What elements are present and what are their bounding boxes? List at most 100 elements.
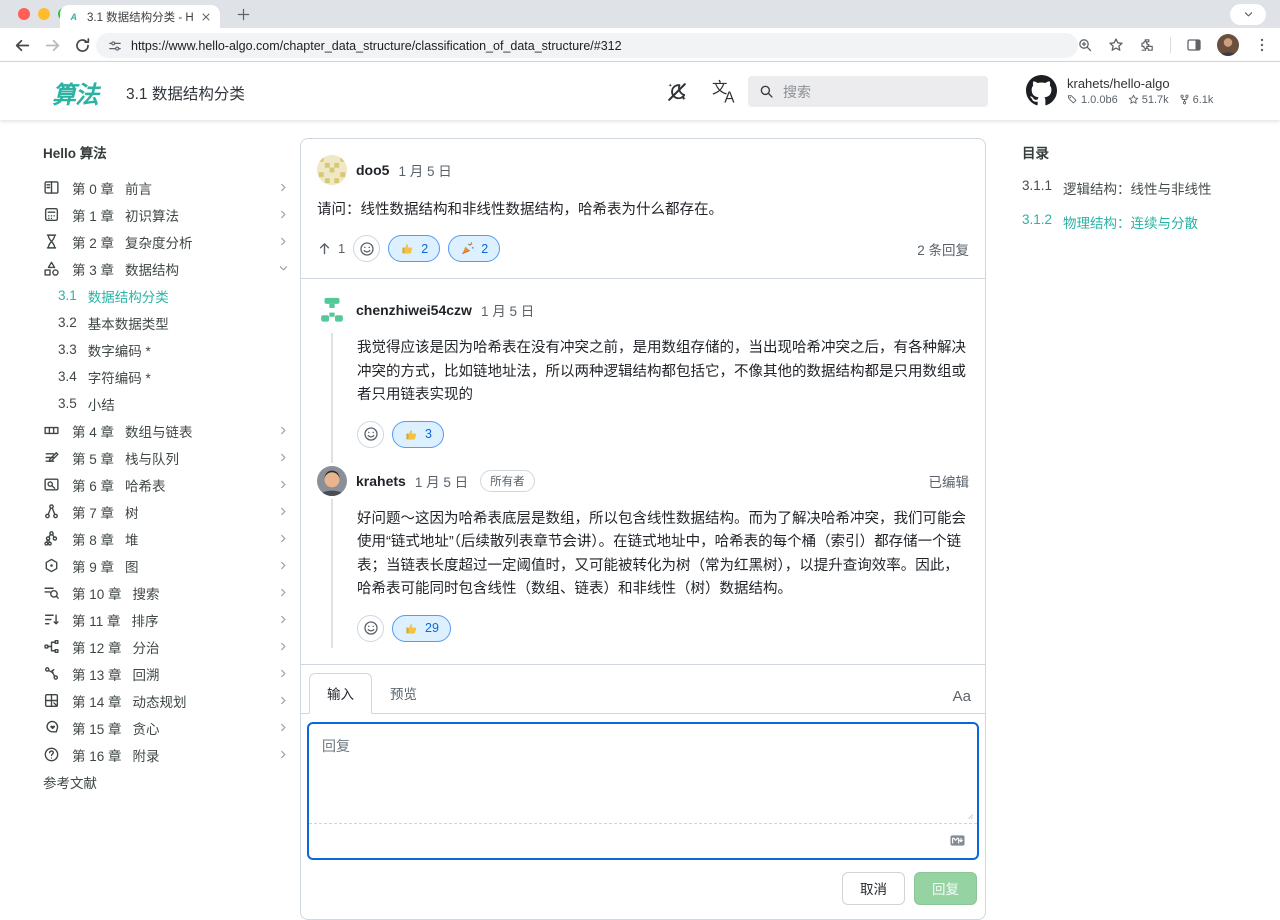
bookmark-star-icon[interactable] [1108, 37, 1124, 53]
repo-stars: 51.7k [1128, 94, 1169, 106]
reply-textarea[interactable]: 回复 [307, 722, 979, 860]
reply-comment: chenzhiwei54czw 1 月 5 日 我觉得应该是因为哈希表在没有冲突… [317, 295, 969, 447]
smiley-icon [363, 620, 379, 636]
side-panel-icon[interactable] [1186, 37, 1202, 53]
sidebar-chapter-item[interactable]: 第 7 章 树 [43, 498, 295, 525]
reaction-pill[interactable]: 2 [448, 235, 500, 262]
theme-toggle-icon[interactable] [666, 81, 688, 103]
window-minimize-button[interactable] [38, 8, 50, 20]
sidebar-chapter-item[interactable]: 第 15 章 贪心 [43, 714, 295, 741]
forward-button[interactable] [44, 37, 61, 54]
extensions-icon[interactable] [1139, 37, 1155, 53]
text-format-button[interactable]: Aa [949, 688, 975, 713]
sidebar-chapter-item[interactable]: 第 1 章 初识算法 [43, 201, 295, 228]
reaction-pill[interactable]: 3 [392, 421, 444, 448]
reload-button[interactable] [74, 37, 91, 54]
toc-item[interactable]: 3.1.2 物理结构：连续与分散 [1022, 212, 1267, 232]
sidebar-section-item[interactable]: 3.2 基本数据类型 [43, 309, 295, 336]
cancel-button[interactable]: 取消 [842, 872, 905, 905]
chevron-right-icon [278, 587, 289, 598]
add-reaction-button[interactable] [357, 615, 384, 642]
github-repo-link[interactable]: krahets/hello-algo 1.0.0b6 51.7k 6.1k [1026, 75, 1213, 106]
reply-editor: 输入 预览 Aa 回复 取消 回复 [301, 664, 985, 919]
add-reaction-button[interactable] [353, 235, 380, 262]
sidebar-chapter-item[interactable]: 第 14 章 动态规划 [43, 687, 295, 714]
replies-container: chenzhiwei54czw 1 月 5 日 我觉得应该是因为哈希表在没有冲突… [301, 279, 985, 663]
sidebar-chapter-item[interactable]: 第 4 章 数组与链表 [43, 417, 295, 444]
browser-profile-avatar[interactable] [1217, 34, 1239, 56]
reply-date[interactable]: 1 月 5 日 [415, 471, 468, 491]
browser-tab[interactable]: A 3.1 数据结构分类 - Hello 算法 [60, 5, 220, 28]
sidebar-chapter-item[interactable]: 第 5 章 栈与队列 [43, 444, 295, 471]
sidebar-item-references[interactable]: 参考文献 [43, 768, 295, 795]
chevron-right-icon [278, 425, 289, 436]
thumbs-up-emoji [404, 621, 419, 636]
search-input[interactable]: 搜索 [748, 76, 988, 107]
search-icon [759, 84, 774, 99]
zoom-in-icon[interactable] [1077, 37, 1093, 53]
sidebar-chapter-item[interactable]: 第 0 章 前言 [43, 174, 295, 201]
sidebar-section-item[interactable]: 3.4 字符编码 * [43, 363, 295, 390]
chevron-right-icon [278, 614, 289, 625]
add-reaction-button[interactable] [357, 421, 384, 448]
chapter-intro-icon [43, 206, 60, 223]
avatar[interactable] [317, 155, 347, 185]
chapter-search-icon [43, 584, 60, 601]
sidebar-chapter-item[interactable]: 第 16 章 附录 [43, 741, 295, 768]
markdown-icon[interactable] [948, 833, 967, 848]
sidebar-chapter-item[interactable]: 第 8 章 堆 [43, 525, 295, 552]
back-button[interactable] [14, 37, 31, 54]
chapter-graph-icon [43, 557, 60, 574]
reaction-pill[interactable]: 2 [388, 235, 440, 262]
hello-algo-logo[interactable]: 算法 [52, 75, 98, 110]
reply-reactions-row: 3 [357, 421, 969, 448]
comment-date[interactable]: 1 月 5 日 [398, 160, 451, 180]
avatar-krahets[interactable] [317, 466, 347, 496]
reply-submit-button[interactable]: 回复 [914, 872, 977, 905]
tab-write[interactable]: 输入 [309, 673, 372, 714]
chevron-down-icon [1243, 9, 1254, 20]
upvote-count: 1 [338, 241, 345, 256]
sidebar-section-item[interactable]: 3.3 数字编码 * [43, 336, 295, 363]
sidebar-chapter-item[interactable]: 第 12 章 分治 [43, 633, 295, 660]
site-settings-icon[interactable] [108, 39, 122, 53]
thumbs-up-emoji [400, 241, 415, 256]
chevron-right-icon [278, 182, 289, 193]
reply-header: chenzhiwei54czw 1 月 5 日 [317, 295, 969, 325]
toc-item[interactable]: 3.1.1 逻辑结构：线性与非线性 [1022, 178, 1267, 198]
tab-preview[interactable]: 预览 [372, 674, 435, 713]
sidebar-chapter-item[interactable]: 第 10 章 搜索 [43, 579, 295, 606]
sidebar-chapter-item[interactable]: 第 13 章 回溯 [43, 660, 295, 687]
star-icon [1128, 94, 1139, 105]
chevron-down-icon [278, 263, 289, 274]
sidebar-chapter-item[interactable]: 第 3 章 数据结构 [43, 255, 295, 282]
reaction-pill[interactable]: 29 [392, 615, 451, 642]
avatar-chenzhiwei[interactable] [317, 295, 347, 325]
sidebar-site-title[interactable]: Hello 算法 [43, 142, 295, 162]
resize-grip-icon[interactable] [962, 808, 974, 820]
sidebar-chapter-item[interactable]: 第 6 章 哈希表 [43, 471, 295, 498]
comment-author[interactable]: doo5 [356, 162, 389, 178]
browser-menu-icon[interactable] [1254, 37, 1270, 53]
sidebar-chapter-item[interactable]: 第 2 章 复杂度分析 [43, 228, 295, 255]
tab-search-button[interactable] [1230, 4, 1266, 25]
new-tab-button[interactable] [236, 7, 251, 22]
site-header: 算法 3.1 数据结构分类 文A 搜索 krahets/hello-algo 1… [0, 62, 1280, 120]
upvote-button[interactable]: 1 [317, 241, 345, 256]
editor-actions: 取消 回复 [301, 860, 985, 919]
translate-icon[interactable]: 文A [712, 79, 738, 105]
sidebar-section-item[interactable]: 3.1 数据结构分类 [43, 282, 295, 309]
close-icon[interactable] [200, 11, 212, 23]
reply-author[interactable]: krahets [356, 473, 406, 489]
reply-header: krahets 1 月 5 日 所有者 已编辑 [317, 466, 969, 496]
toolbar-divider [1170, 37, 1171, 53]
sidebar-chapter-item[interactable]: 第 9 章 图 [43, 552, 295, 579]
reply-author[interactable]: chenzhiwei54czw [356, 302, 472, 318]
chapter-array-icon [43, 422, 60, 439]
reply-date[interactable]: 1 月 5 日 [481, 300, 534, 320]
favicon-icon: A [68, 10, 81, 23]
window-close-button[interactable] [18, 8, 30, 20]
address-bar[interactable]: https://www.hello-algo.com/chapter_data_… [96, 33, 1078, 58]
sidebar-section-item[interactable]: 3.5 小结 [43, 390, 295, 417]
sidebar-chapter-item[interactable]: 第 11 章 排序 [43, 606, 295, 633]
